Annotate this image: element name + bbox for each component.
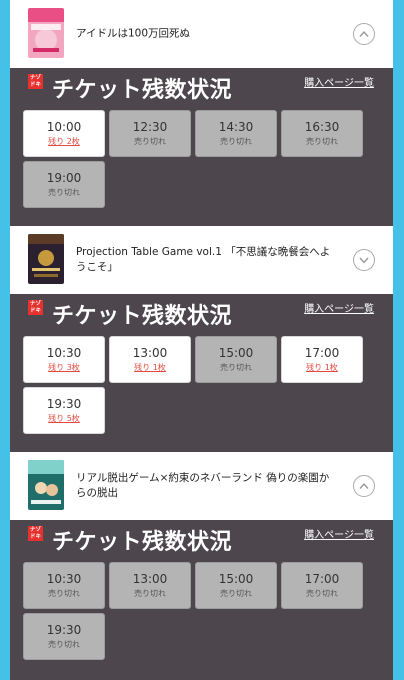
slot-time: 17:00 <box>304 572 340 586</box>
event-title-3: リアル脱出ゲーム×約束のネバーランド 偽りの楽園からの脱出 <box>76 472 330 499</box>
time-slot: 14:30 売り切れ <box>195 110 277 157</box>
time-slot[interactable]: 17:00 残り 1枚 <box>281 336 363 383</box>
ticket-panel-1: ナゾ ドキ チケット残数状況 購入ページ一覧 10:00 残り 2枚 12:30… <box>10 68 393 226</box>
slot-sold-out: 売り切れ <box>48 188 80 197</box>
event-header-3[interactable]: リアル脱出ゲーム×約束のネバーランド 偽りの楽園からの脱出 <box>10 452 393 520</box>
slot-sold-out: 売り切れ <box>306 589 338 598</box>
slot-sold-out: 売り切れ <box>220 137 252 146</box>
slot-time: 19:30 <box>46 623 82 637</box>
chevron-down-icon <box>359 257 369 264</box>
slot-time: 10:00 <box>46 120 82 134</box>
nazo-doki-logo: ナゾ ドキ <box>28 74 43 89</box>
slot-time: 10:30 <box>46 346 82 360</box>
time-slot: 15:00 売り切れ <box>195 562 277 609</box>
time-slot-grid-3: 10:30 売り切れ 13:00 売り切れ 15:00 売り切れ 17:00 売… <box>23 562 380 660</box>
event-thumbnail-2 <box>28 234 64 284</box>
time-slot: 17:00 売り切れ <box>281 562 363 609</box>
slot-sold-out: 売り切れ <box>134 137 166 146</box>
slot-time: 15:00 <box>218 346 254 360</box>
event-title-2: Projection Table Game vol.1 「不思議な晩餐会へようこ… <box>76 246 331 273</box>
slot-time: 14:30 <box>218 120 254 134</box>
time-slot: 15:00 売り切れ <box>195 336 277 383</box>
slot-sold-out: 売り切れ <box>306 137 338 146</box>
slot-remaining: 残り 5枚 <box>48 414 80 423</box>
time-slot: 19:30 売り切れ <box>23 613 105 660</box>
time-slot-grid-2: 10:30 残り 3枚 13:00 残り 1枚 15:00 売り切れ 17:00… <box>23 336 380 434</box>
slot-time: 19:30 <box>46 397 82 411</box>
slot-sold-out: 売り切れ <box>134 589 166 598</box>
time-slot[interactable]: 19:30 残り 5枚 <box>23 387 105 434</box>
collapse-toggle-2[interactable] <box>353 249 375 271</box>
slot-remaining: 残り 3枚 <box>48 363 80 372</box>
time-slot[interactable]: 10:00 残り 2枚 <box>23 110 105 157</box>
slot-time: 13:00 <box>132 346 168 360</box>
event-thumbnail-3 <box>28 460 64 510</box>
time-slot[interactable]: 13:00 残り 1枚 <box>109 336 191 383</box>
ticket-panel-3: ナゾ ドキ チケット残数状況 購入ページ一覧 10:30 売り切れ 13:00 … <box>10 520 393 680</box>
slot-time: 13:00 <box>132 572 168 586</box>
slot-remaining: 残り 1枚 <box>134 363 166 372</box>
collapse-toggle-1[interactable] <box>353 23 375 45</box>
slot-sold-out: 売り切れ <box>48 589 80 598</box>
collapse-toggle-3[interactable] <box>353 475 375 497</box>
slot-remaining: 残り 2枚 <box>48 137 80 146</box>
purchase-pages-link[interactable]: 購入ページ一覧 <box>304 526 374 541</box>
time-slot: 12:30 売り切れ <box>109 110 191 157</box>
time-slot-grid-1: 10:00 残り 2枚 12:30 売り切れ 14:30 売り切れ 16:30 … <box>23 110 380 208</box>
nazo-doki-logo: ナゾ ドキ <box>28 526 43 541</box>
slot-time: 10:30 <box>46 572 82 586</box>
slot-sold-out: 売り切れ <box>48 640 80 649</box>
time-slot: 10:30 売り切れ <box>23 562 105 609</box>
slot-time: 16:30 <box>304 120 340 134</box>
event-title-1: アイドルは100万回死ぬ <box>76 27 191 40</box>
slot-time: 12:30 <box>132 120 168 134</box>
purchase-pages-link[interactable]: 購入ページ一覧 <box>304 74 374 89</box>
slot-sold-out: 売り切れ <box>220 589 252 598</box>
slot-time: 15:00 <box>218 572 254 586</box>
ticket-page: アイドルは100万回死ぬ ナゾ ドキ チケット残数状況 購入ページ一覧 10:0… <box>10 0 393 680</box>
nazo-doki-logo: ナゾ ドキ <box>28 300 43 315</box>
slot-remaining: 残り 1枚 <box>306 363 338 372</box>
slot-sold-out: 売り切れ <box>220 363 252 372</box>
slot-time: 17:00 <box>304 346 340 360</box>
panel-title: チケット残数状況 <box>52 78 233 103</box>
panel-title: チケット残数状況 <box>52 304 233 329</box>
purchase-pages-link[interactable]: 購入ページ一覧 <box>304 300 374 315</box>
time-slot: 13:00 売り切れ <box>109 562 191 609</box>
event-header-2[interactable]: Projection Table Game vol.1 「不思議な晩餐会へようこ… <box>10 226 393 294</box>
time-slot: 16:30 売り切れ <box>281 110 363 157</box>
event-header-1[interactable]: アイドルは100万回死ぬ <box>10 0 393 68</box>
chevron-up-icon <box>359 30 369 37</box>
time-slot[interactable]: 10:30 残り 3枚 <box>23 336 105 383</box>
event-thumbnail-1 <box>28 8 64 58</box>
chevron-up-icon <box>359 482 369 489</box>
ticket-panel-2: ナゾ ドキ チケット残数状況 購入ページ一覧 10:30 残り 3枚 13:00… <box>10 294 393 452</box>
time-slot: 19:00 売り切れ <box>23 161 105 208</box>
panel-title: チケット残数状況 <box>52 530 233 555</box>
slot-time: 19:00 <box>46 171 82 185</box>
